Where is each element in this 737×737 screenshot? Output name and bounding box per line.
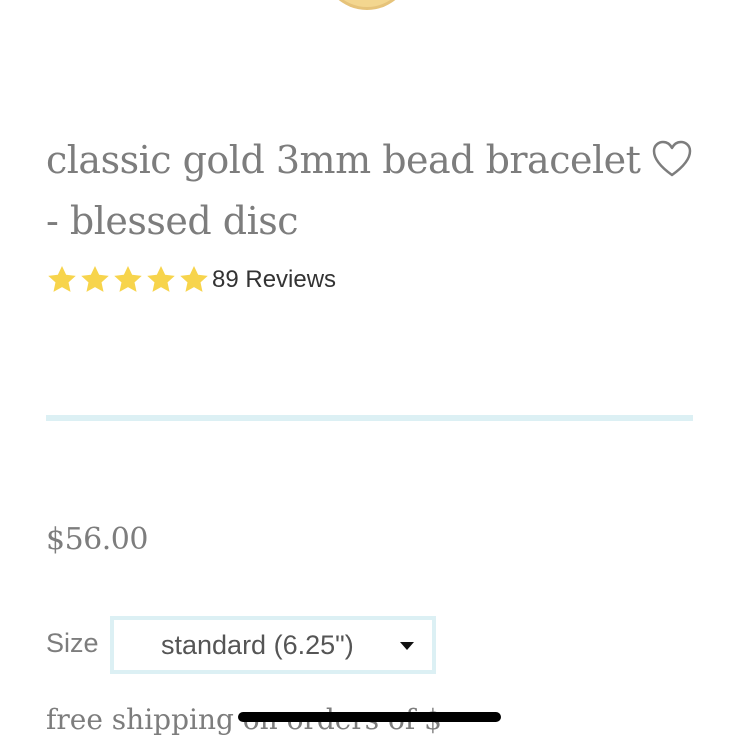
star-icon xyxy=(81,266,109,292)
size-label: Size xyxy=(46,628,99,658)
product-title: classic gold 3mm bead bracelet - blessed… xyxy=(46,138,641,243)
product-price: $56.00 xyxy=(46,522,148,557)
caret-down-icon xyxy=(400,642,414,650)
reviews-link[interactable]: 89 Reviews xyxy=(212,266,336,294)
star-icon xyxy=(147,266,175,292)
heart-outline-icon[interactable] xyxy=(652,140,692,178)
product-image-thumbnail xyxy=(322,0,412,10)
rating-summary[interactable]: 89 Reviews xyxy=(46,264,336,296)
size-select[interactable]: standard (6.25") xyxy=(110,616,436,674)
home-indicator[interactable] xyxy=(238,712,501,722)
star-icon xyxy=(48,266,76,292)
star-icon xyxy=(180,266,208,292)
star-icon xyxy=(114,266,142,292)
section-divider xyxy=(46,415,693,421)
size-selected-value: standard (6.25") xyxy=(161,629,354,660)
